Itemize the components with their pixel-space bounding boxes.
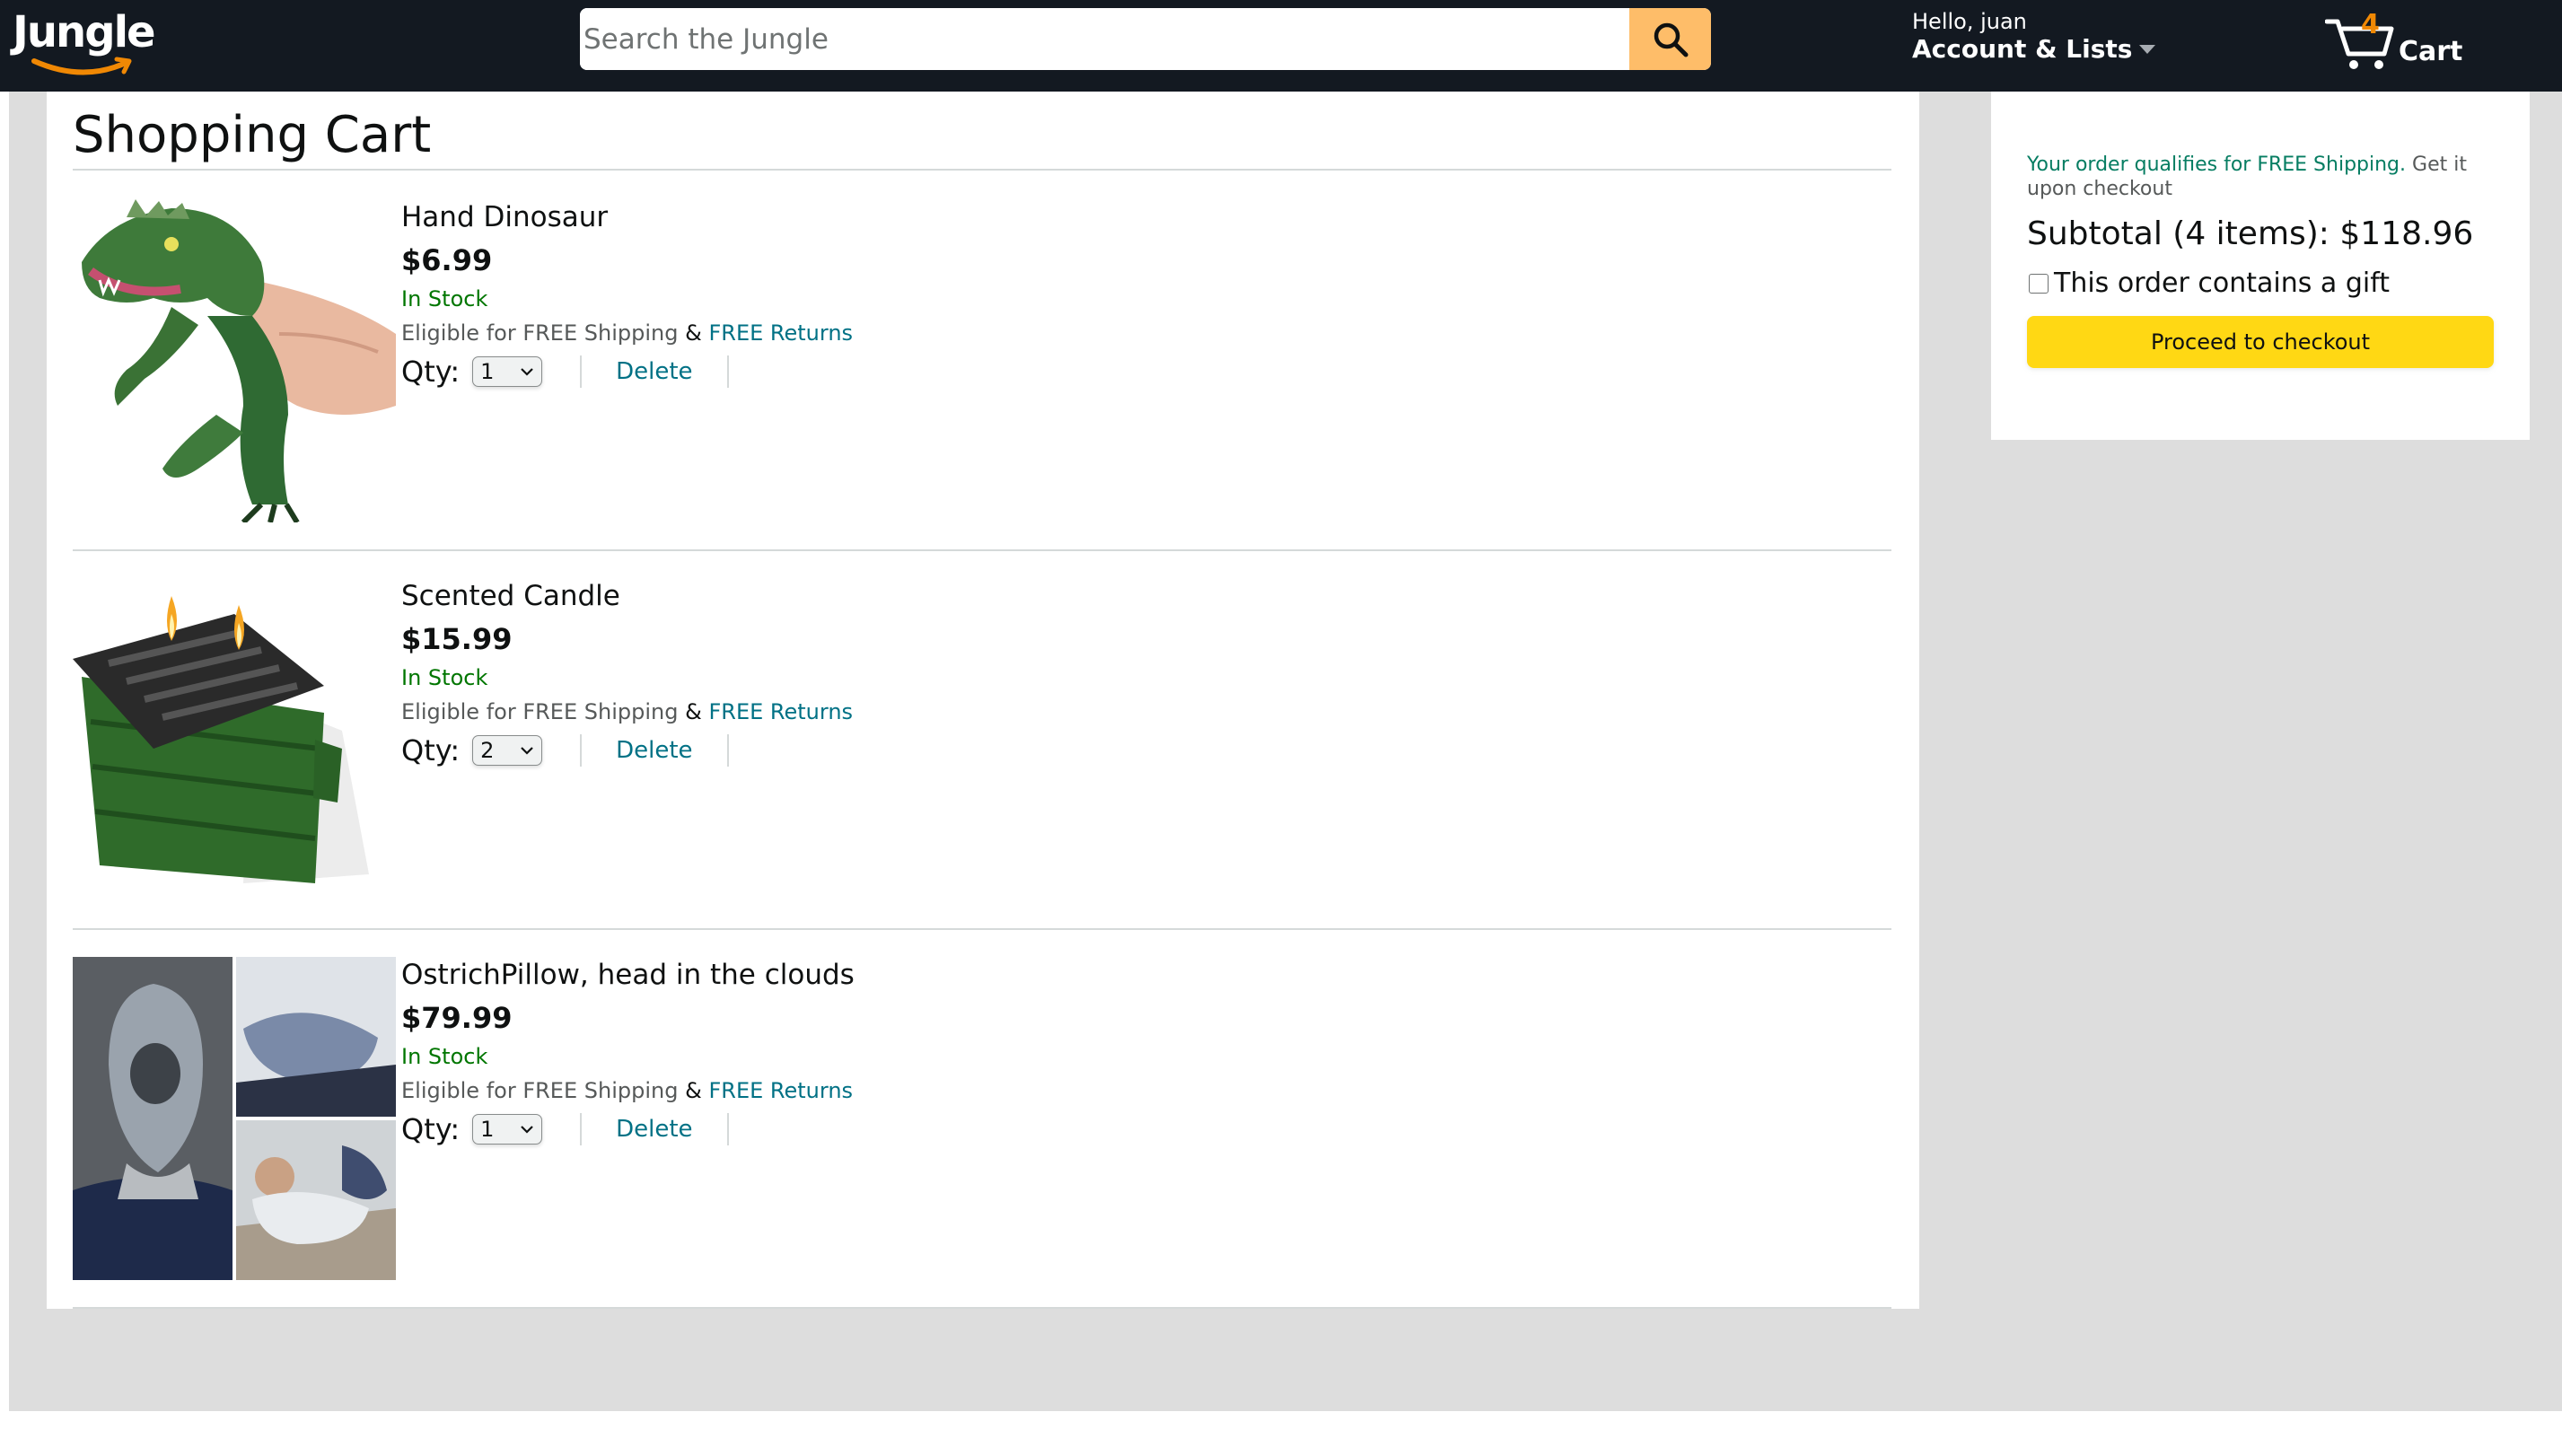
free-returns-link[interactable]: FREE Returns — [708, 320, 853, 346]
jungle-logo[interactable]: Jungle — [13, 4, 165, 81]
smile-arrow-icon — [31, 57, 132, 75]
qty-value: 1 — [480, 359, 495, 384]
delete-button[interactable]: Delete — [616, 737, 692, 764]
shipping-info: Eligible for FREE Shipping & FREE Return… — [401, 697, 853, 727]
account-lists-label: Account & Lists — [1912, 34, 2156, 65]
qty-select[interactable]: 1 — [472, 356, 543, 387]
logo-text: Jungle — [13, 7, 156, 57]
shipping-amp: & — [685, 320, 702, 346]
search-bar — [580, 8, 1711, 70]
chevron-down-icon — [521, 1126, 533, 1134]
item-price: $15.99 — [401, 622, 513, 656]
chevron-down-icon — [521, 368, 533, 376]
subtotal: Subtotal (4 items): $118.96 — [2027, 215, 2474, 252]
item-name[interactable]: Hand Dinosaur — [401, 199, 853, 235]
shipping-text: Eligible for FREE Shipping — [401, 1078, 679, 1103]
product-image-ostrich-pillow[interactable] — [73, 957, 396, 1280]
gift-label[interactable]: This order contains a gift — [2054, 268, 2390, 299]
search-button[interactable] — [1629, 8, 1711, 70]
cart-item-hand-dinosaur: Hand Dinosaur $6.99 In Stock Eligible fo… — [73, 172, 1891, 551]
cart-link[interactable]: 4 Cart — [2325, 9, 2463, 74]
account-lists-text: Account & Lists — [1912, 34, 2133, 64]
item-name[interactable]: OstrichPillow, head in the clouds — [401, 957, 855, 993]
free-shipping-message: Your order qualifies for FREE Shipping. … — [2027, 153, 2494, 201]
item-info: Hand Dinosaur $6.99 In Stock Eligible fo… — [401, 199, 853, 391]
stock-status: In Stock — [401, 286, 488, 311]
qty-select[interactable]: 1 — [472, 1114, 543, 1145]
qty-value: 2 — [480, 738, 495, 763]
qty-select[interactable]: 2 — [472, 735, 543, 766]
shipping-info: Eligible for FREE Shipping & FREE Return… — [401, 318, 853, 348]
qty-row: Qty: 1 Delete — [401, 352, 853, 391]
free-returns-link[interactable]: FREE Returns — [708, 1078, 853, 1103]
item-price: $79.99 — [401, 1001, 513, 1035]
order-summary-panel: Your order qualifies for FREE Shipping. … — [1991, 92, 2530, 440]
title-divider — [73, 169, 1891, 171]
delete-button[interactable]: Delete — [616, 358, 692, 385]
search-icon — [1654, 22, 1688, 57]
divider — [580, 355, 583, 388]
divider — [726, 355, 729, 388]
page-title: Shopping Cart — [73, 106, 432, 164]
divider — [726, 734, 729, 767]
divider — [580, 734, 583, 767]
item-info: OstrichPillow, head in the clouds $79.99… — [401, 957, 855, 1149]
cart-label: Cart — [2399, 36, 2463, 67]
chevron-down-icon — [521, 747, 533, 755]
product-image-scented-candle[interactable] — [73, 578, 396, 901]
stock-status: In Stock — [401, 1044, 488, 1069]
ostrich-pillow-image — [73, 957, 396, 1280]
item-info: Scented Candle $15.99 In Stock Eligible … — [401, 578, 853, 770]
free-returns-link[interactable]: FREE Returns — [708, 699, 853, 724]
shipping-amp: & — [685, 1078, 702, 1103]
search-input[interactable] — [580, 8, 1629, 70]
qty-value: 1 — [480, 1117, 495, 1142]
proceed-to-checkout-button[interactable]: Proceed to checkout — [2027, 316, 2494, 368]
divider — [726, 1113, 729, 1145]
item-price: $6.99 — [401, 243, 493, 277]
scented-candle-image — [73, 578, 396, 901]
caret-down-icon — [2139, 45, 2156, 54]
product-image-hand-dinosaur[interactable] — [73, 199, 396, 522]
free-shipping-qualify: Your order qualifies for FREE Shipping. — [2027, 153, 2407, 176]
navbar: Jungle Hello, juan Account & Lists — [0, 0, 2562, 92]
cart-panel: Shopping Cart Hand Dinosaur $6.99 In Sto… — [47, 92, 1919, 1309]
stock-status: In Stock — [401, 665, 488, 690]
account-greeting: Hello, juan — [1912, 9, 2027, 34]
cart-count-badge: 4 — [2361, 9, 2380, 40]
divider — [580, 1113, 583, 1145]
cart-item-ostrich-pillow: OstrichPillow, head in the clouds $79.99… — [73, 930, 1891, 1309]
delete-button[interactable]: Delete — [616, 1116, 692, 1143]
qty-row: Qty: 1 Delete — [401, 1110, 855, 1149]
shipping-amp: & — [685, 699, 702, 724]
shipping-info: Eligible for FREE Shipping & FREE Return… — [401, 1075, 855, 1106]
cart-item-scented-candle: Scented Candle $15.99 In Stock Eligible … — [73, 551, 1891, 930]
item-name[interactable]: Scented Candle — [401, 578, 853, 614]
qty-row: Qty: 2 Delete — [401, 731, 853, 770]
shipping-text: Eligible for FREE Shipping — [401, 699, 679, 724]
gift-checkbox[interactable] — [2029, 273, 2049, 294]
account-lists-menu[interactable]: Hello, juan Account & Lists — [1912, 9, 2156, 65]
qty-label: Qty: — [401, 733, 461, 767]
hand-dinosaur-image — [73, 199, 396, 522]
qty-label: Qty: — [401, 355, 461, 389]
qty-label: Qty: — [401, 1112, 461, 1146]
shipping-text: Eligible for FREE Shipping — [401, 320, 679, 346]
gift-option: This order contains a gift — [2027, 268, 2390, 299]
